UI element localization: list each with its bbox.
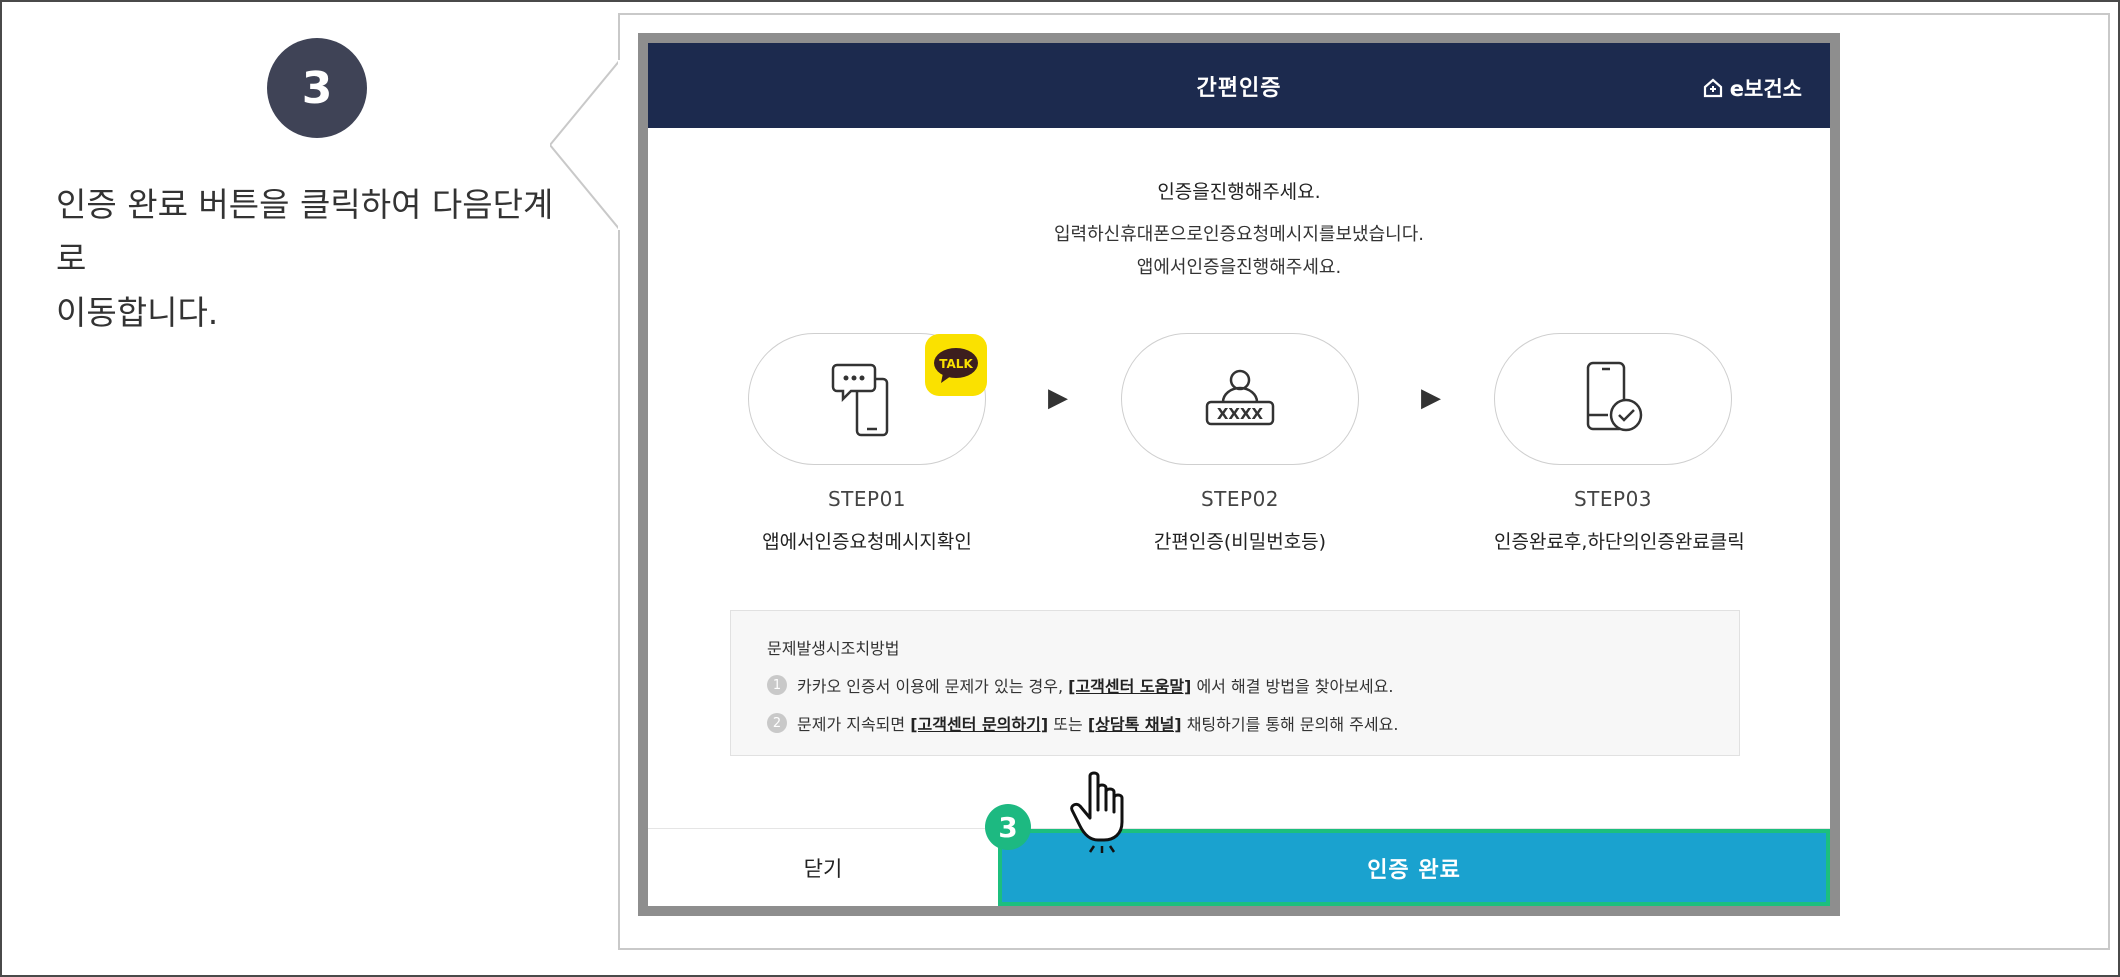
phone-check-icon (1586, 361, 1643, 432)
modal-footer: 닫기 인증 완료 (648, 828, 1830, 906)
step-02-desc: 간편인증(비밀번호등) (1153, 531, 1327, 553)
step-03-pill (1494, 333, 1732, 465)
password-user-icon: XXXX (1205, 369, 1275, 426)
lead-text: 인증을진행해주세요. (1157, 181, 1321, 203)
item-number: 1 (767, 675, 787, 695)
talk-bubble-icon: TALK (934, 348, 978, 383)
step-02-pill: XXXX (1121, 333, 1359, 465)
pointer-hand-icon (1070, 771, 1124, 853)
chat-phone-icon (831, 363, 889, 437)
troubleshoot-box: 문제발생시조치방법 1 카카오 인증서 이용에 문제가 있는 경우, [고객센터… (730, 610, 1740, 756)
step-02: XXXX STEP02 간편인증(비밀번호등) (1121, 333, 1359, 554)
item-text: 카카오 인증서 이용에 문제가 있는 경우, [고객센터 도움말] 에서 해결 … (797, 673, 1393, 697)
troubleshoot-title: 문제발생시조치방법 (767, 639, 900, 658)
item-number: 2 (767, 713, 787, 733)
step-01-desc: 앱에서인증요청메시지확인 (762, 531, 972, 553)
svg-text:XXXX: XXXX (1217, 405, 1264, 423)
step-marker-badge: 3 (985, 804, 1031, 850)
step-02-label: STEP02 (1200, 487, 1280, 511)
item-text-post: 에서 해결 방법을 찾아보세요. (1191, 677, 1394, 696)
item-text: 문제가 지속되면 [고객센터 문의하기] 또는 [상담톡 채널] 채팅하기를 통… (797, 711, 1398, 735)
step-arrow-1: ▶ (1048, 383, 1068, 413)
item-text-pre: 문제가 지속되면 (797, 715, 911, 734)
step-01: TALK STEP01 앱에서인증요청메시지확인 (748, 333, 987, 554)
step-01-pill: TALK (748, 333, 987, 465)
callout-pointer (550, 60, 620, 230)
item-text-mid: 또는 (1048, 715, 1088, 734)
sub-text: 입력하신휴대폰으로인증요청메시지를보냈습니다. 앱에서인증을진행해주세요. (648, 218, 1830, 284)
step-number: 3 (301, 62, 333, 114)
sub-line-1: 입력하신휴대폰으로인증요청메시지를보냈습니다. (1053, 224, 1425, 245)
instruction-text: 인증 완료 버튼을 클릭하여 다음단계로 이동합니다. (56, 178, 576, 340)
step-arrow-2: ▶ (1421, 383, 1441, 413)
instruction-line-1: 인증 완료 버튼을 클릭하여 다음단계로 (56, 185, 554, 278)
step-03-desc: 인증완료후,하단의인증완료클릭 (1494, 531, 1745, 553)
help-center-guide-link[interactable]: [고객센터 도움말] (1068, 677, 1191, 696)
modal-screenshot: 간편인증 e보건소 인증을진행해주세요. 입력하신휴대폰으로인증요청메시지를보냈… (638, 33, 1840, 916)
modal-title: 간편인증 (1196, 75, 1282, 101)
help-center-inquiry-link[interactable]: [고객센터 문의하기] (910, 715, 1048, 734)
step-number-badge: 3 (267, 38, 367, 138)
step-03: STEP03 인증완료후,하단의인증완료클릭 (1494, 333, 1745, 554)
modal-header: 간편인증 e보건소 (648, 43, 1830, 128)
troubleshoot-item-2: 2 문제가 지속되면 [고객센터 문의하기] 또는 [상담톡 채널] 채팅하기를… (767, 711, 1703, 735)
chat-channel-link[interactable]: [상담톡 채널] (1088, 715, 1182, 734)
close-button[interactable]: 닫기 (648, 829, 998, 906)
brand-logo: e보건소 (1702, 73, 1802, 103)
sub-line-2: 앱에서인증을진행해주세요. (1136, 257, 1342, 278)
talk-badge-text: TALK (939, 357, 973, 371)
modal-body: 인증을진행해주세요. 입력하신휴대폰으로인증요청메시지를보냈습니다. 앱에서인증… (648, 128, 1830, 284)
item-text-post: 채팅하기를 통해 문의해 주세요. (1181, 715, 1399, 734)
item-text-pre: 카카오 인증서 이용에 문제가 있는 경우, (797, 677, 1069, 696)
steps-row: TALK STEP01 앱에서인증요청메시지확인 ▶ XXXX STEP02 간… (748, 333, 1745, 573)
auth-modal: 간편인증 e보건소 인증을진행해주세요. 입력하신휴대폰으로인증요청메시지를보냈… (648, 43, 1830, 906)
step-01-label: STEP01 (827, 487, 907, 511)
step-03-label: STEP03 (1573, 487, 1653, 511)
house-icon (1703, 78, 1722, 98)
instruction-line-2: 이동합니다. (56, 293, 219, 332)
brand-name: e보건소 (1729, 77, 1802, 101)
marker-number: 3 (998, 810, 1018, 844)
troubleshoot-item-1: 1 카카오 인증서 이용에 문제가 있는 경우, [고객센터 도움말] 에서 해… (767, 673, 1703, 697)
kakao-talk-badge: TALK (925, 334, 987, 396)
